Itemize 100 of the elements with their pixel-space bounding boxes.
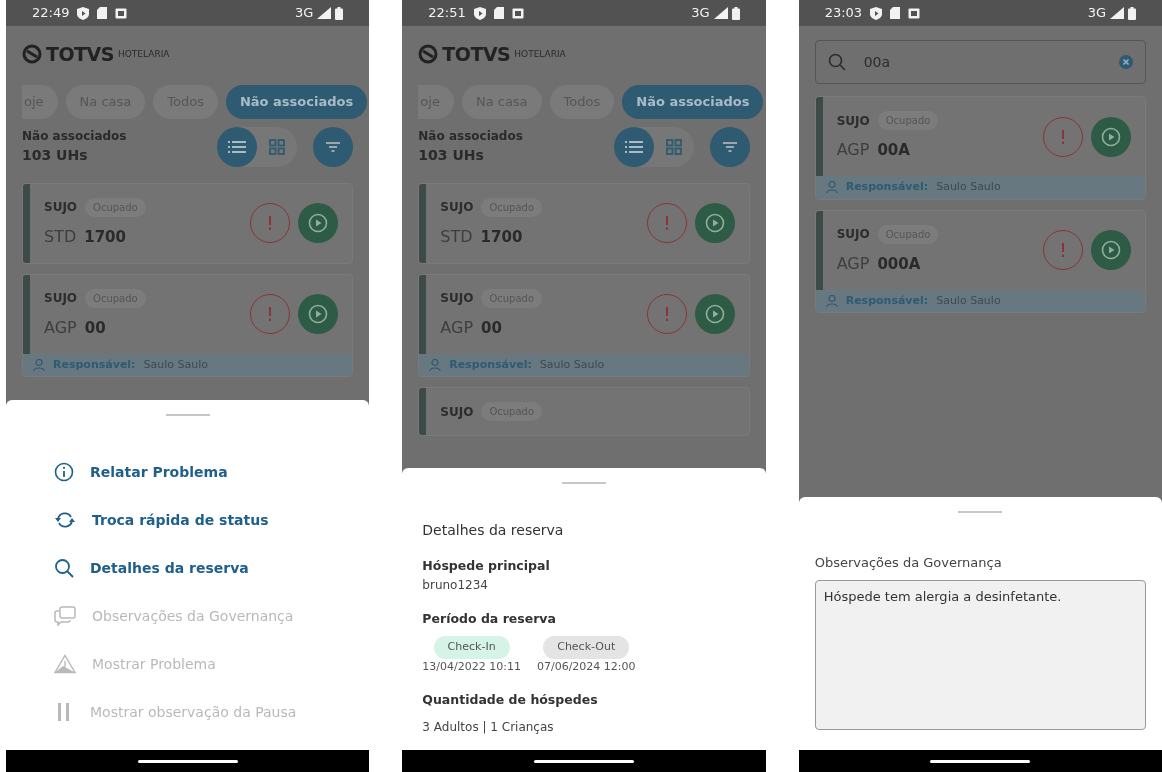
drag-handle[interactable] bbox=[958, 510, 1003, 513]
battery-icon bbox=[731, 6, 740, 20]
filter-icon bbox=[326, 141, 341, 152]
status-time: 22:49 bbox=[32, 4, 70, 23]
start-button[interactable] bbox=[298, 294, 339, 334]
room-count: 103 UHs bbox=[22, 146, 89, 165]
logo-text: TOTVS bbox=[442, 42, 511, 67]
drag-handle[interactable] bbox=[562, 481, 606, 484]
network-label: 3G bbox=[1087, 4, 1106, 23]
room-number: 00A bbox=[877, 140, 910, 161]
room-number: 00 bbox=[84, 317, 106, 339]
menu-item[interactable]: Troca rápida de status bbox=[54, 496, 346, 544]
search-icon bbox=[54, 558, 74, 578]
network-label: 3G bbox=[294, 4, 314, 23]
room-count: 103 UHs bbox=[418, 146, 485, 165]
shield-icon bbox=[473, 6, 486, 20]
sheet-title: Observações da Governança bbox=[814, 553, 1003, 572]
responsible-label: Responsável: bbox=[449, 356, 532, 373]
status-time: 22:51 bbox=[428, 4, 466, 23]
room-status: SUJO bbox=[836, 112, 870, 130]
list-icon bbox=[624, 139, 643, 154]
person-icon bbox=[825, 294, 838, 307]
responsible-label: Responsável: bbox=[53, 356, 136, 373]
room-number: 1700 bbox=[84, 226, 126, 248]
room-number: 000A bbox=[877, 253, 921, 275]
clear-icon[interactable] bbox=[1119, 55, 1133, 69]
home-indicator[interactable] bbox=[930, 759, 1031, 763]
exclamation-icon bbox=[664, 216, 669, 230]
logo-subtitle: HOTELARIA bbox=[514, 47, 566, 61]
filter-button[interactable] bbox=[313, 126, 354, 167]
sd-card-icon bbox=[97, 7, 108, 19]
drag-handle[interactable] bbox=[165, 414, 210, 416]
search-field[interactable]: 00a bbox=[814, 40, 1146, 84]
exclamation-icon bbox=[268, 216, 273, 230]
search-input[interactable]: 00a bbox=[861, 50, 1103, 74]
filter-tab[interactable]: Não associados bbox=[622, 84, 764, 119]
room-number: 1700 bbox=[480, 226, 523, 248]
room-status: SUJO bbox=[44, 199, 78, 216]
grid-icon bbox=[665, 138, 682, 155]
play-icon bbox=[704, 304, 725, 324]
list-title: Não associados bbox=[22, 128, 127, 145]
search-icon bbox=[827, 53, 846, 71]
person-icon bbox=[33, 358, 45, 371]
start-button[interactable] bbox=[694, 294, 735, 334]
refresh-icon bbox=[54, 510, 76, 530]
date-value: 07/06/2024 12:00 bbox=[536, 658, 636, 675]
room-status: SUJO bbox=[440, 403, 474, 421]
logo-icon bbox=[418, 44, 439, 65]
start-button[interactable] bbox=[694, 203, 735, 243]
home-indicator[interactable] bbox=[534, 759, 634, 763]
signal-icon bbox=[1110, 7, 1124, 19]
filter-icon bbox=[722, 141, 737, 152]
date-tag: Check-In bbox=[433, 636, 510, 659]
logo-text: TOTVS bbox=[46, 42, 114, 67]
menu-item[interactable]: Relatar Problema bbox=[54, 448, 346, 496]
start-button[interactable] bbox=[1091, 116, 1131, 157]
notes-field[interactable]: Hóspede tem alergia a desinfetante. bbox=[814, 580, 1146, 730]
exclamation-icon bbox=[664, 307, 669, 321]
signal-icon bbox=[317, 7, 332, 19]
responsible-label: Responsável: bbox=[845, 179, 929, 195]
exclamation-icon bbox=[1061, 243, 1065, 257]
menu-item[interactable]: Detalhes da reserva bbox=[54, 544, 346, 592]
room-number: 00 bbox=[481, 317, 502, 339]
room-status: SUJO bbox=[44, 290, 78, 307]
logo-subtitle: HOTELARIA bbox=[117, 47, 170, 61]
play-icon bbox=[1101, 126, 1121, 147]
grid-icon bbox=[269, 138, 286, 155]
signal-icon bbox=[713, 7, 728, 19]
play-icon bbox=[704, 213, 725, 233]
field-value: bruno1234 bbox=[422, 576, 489, 594]
filter-button[interactable] bbox=[709, 126, 750, 167]
logo-icon bbox=[22, 44, 42, 65]
person-icon bbox=[429, 358, 442, 371]
room-status: SUJO bbox=[440, 290, 474, 307]
sd-card-icon bbox=[493, 7, 504, 19]
person-icon bbox=[825, 181, 838, 194]
responsible-label: Responsável: bbox=[845, 292, 929, 309]
field-label: Período da reserva bbox=[422, 609, 557, 628]
shield-icon bbox=[77, 6, 90, 20]
exclamation-icon bbox=[1061, 129, 1065, 144]
exclamation-icon bbox=[268, 307, 273, 321]
play-icon bbox=[308, 304, 329, 324]
date-value: 13/04/2022 10:11 bbox=[422, 658, 521, 675]
shield-icon bbox=[870, 6, 883, 20]
sheet-title: Detalhes da reserva bbox=[422, 520, 565, 540]
play-icon bbox=[1101, 240, 1121, 260]
field-value: 3 Adultos | 1 Crianças bbox=[422, 719, 555, 736]
room-status: SUJO bbox=[440, 199, 474, 216]
room-status: SUJO bbox=[836, 226, 870, 243]
play-icon bbox=[308, 213, 329, 233]
start-button[interactable] bbox=[1091, 230, 1131, 270]
field-label: Quantidade de hóspedes bbox=[422, 691, 599, 710]
filter-tab[interactable]: Não associados bbox=[225, 84, 368, 119]
info-icon bbox=[54, 462, 74, 482]
list-title: Não associados bbox=[418, 128, 523, 145]
start-button[interactable] bbox=[298, 203, 339, 243]
list-view-button[interactable] bbox=[217, 126, 258, 167]
status-time: 23:03 bbox=[824, 4, 863, 23]
list-view-button[interactable] bbox=[613, 126, 654, 167]
home-indicator[interactable] bbox=[137, 759, 238, 763]
